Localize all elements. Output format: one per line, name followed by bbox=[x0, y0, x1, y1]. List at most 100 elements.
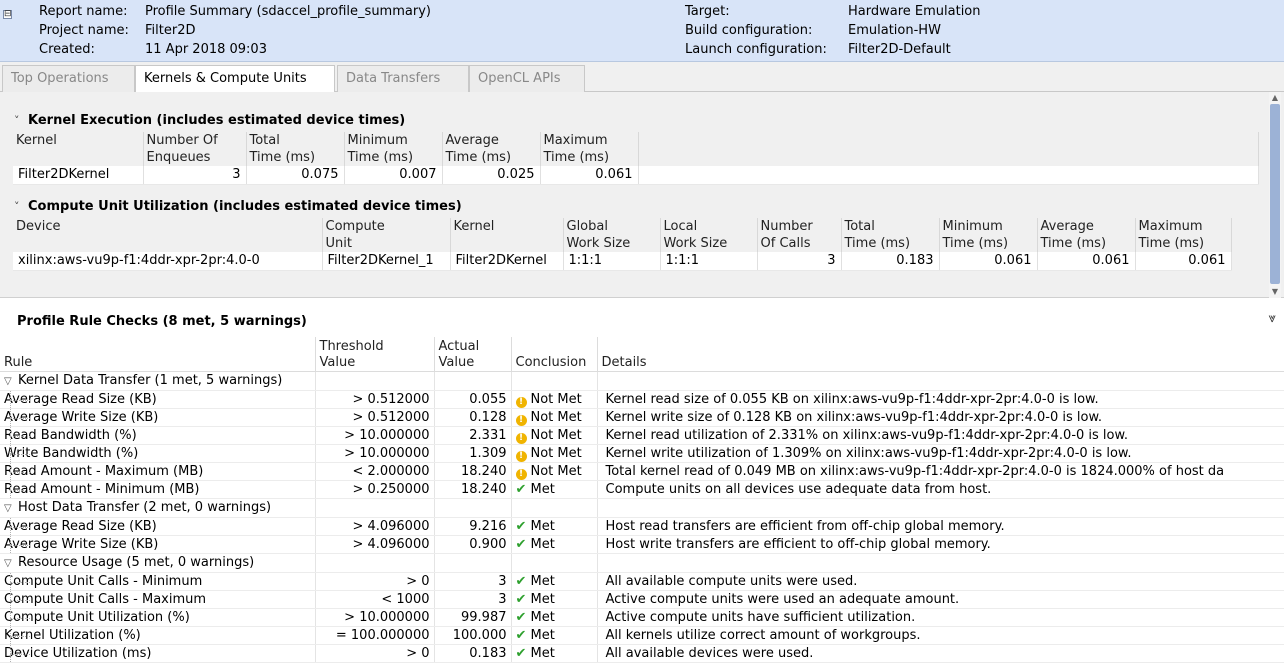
chevron-down-icon[interactable]: ˅ bbox=[14, 114, 28, 127]
column-header-label: Minimum bbox=[347, 133, 408, 148]
conclusion-label: Not Met bbox=[530, 409, 582, 425]
actual-value-cell: 18.240 bbox=[434, 462, 512, 481]
column-header[interactable]: Average Time (ms) bbox=[442, 132, 541, 166]
rule-name-cell: Average Read Size (KB) bbox=[0, 390, 316, 409]
column-header[interactable]: Maximum Time (ms) bbox=[540, 132, 639, 166]
rule-row[interactable]: Average Write Size (KB) > 4.096000 0.900 ✔ M… bbox=[0, 535, 1284, 554]
rules-column-header[interactable]: Conclusion bbox=[511, 337, 598, 372]
column-header[interactable]: Kernel bbox=[13, 132, 144, 166]
empty-cell bbox=[511, 553, 598, 573]
tree-expanded-icon[interactable]: ▽ bbox=[4, 373, 18, 390]
build-config-label: Build configuration: bbox=[685, 23, 813, 38]
rule-row[interactable]: Compute Unit Calls - Minimum > 0 3 ✔ Met All … bbox=[0, 572, 1284, 591]
vertical-scrollbar[interactable]: ▲ ▼ bbox=[1269, 92, 1281, 298]
rule-group-row[interactable]: ▽ Resource Usage (5 met, 0 warnings) bbox=[0, 553, 1284, 573]
target-value: Hardware Emulation bbox=[848, 4, 981, 19]
column-header[interactable]: Local Work Size bbox=[660, 218, 758, 252]
rule-row[interactable]: Read Amount - Minimum (MB) > 0.250000 18.2… bbox=[0, 480, 1284, 499]
table-cell: 0.061 bbox=[540, 166, 639, 185]
kernel-execution-section[interactable]: ˅ Kernel Execution (includes estimated de… bbox=[14, 113, 405, 128]
column-header[interactable]: Number Of Calls bbox=[757, 218, 842, 252]
rule-row[interactable]: Read Bandwidth (%) > 10.000000 2.331! Not M… bbox=[0, 426, 1284, 445]
compute-unit-section[interactable]: ˅ Compute Unit Utilization (includes esti… bbox=[14, 199, 462, 214]
column-header[interactable]: Device bbox=[13, 218, 323, 252]
rule-row[interactable]: Device Utilization (ms) > 0 0.183 ✔ Met All a… bbox=[0, 644, 1284, 663]
column-header-label: Local bbox=[663, 219, 698, 234]
rule-group-row[interactable]: ▽ Kernel Data Transfer (1 met, 5 warnings… bbox=[0, 371, 1284, 391]
details-cell: Active compute units have sufficient uti… bbox=[597, 608, 1284, 627]
rule-checks-table: Rule Threshold Value Actual Value Conclusion D… bbox=[0, 337, 1284, 663]
rule-row[interactable]: Average Read Size (KB) > 4.096000 9.216 ✔ Me… bbox=[0, 517, 1284, 536]
rule-group-row[interactable]: ▽ Host Data Transfer (2 met, 0 warnings) bbox=[0, 498, 1284, 518]
scroll-down-icon[interactable]: ▼ bbox=[1269, 286, 1281, 298]
rules-column-header[interactable]: Actual Value bbox=[434, 337, 512, 372]
tab-data-transfers[interactable]: Data Transfers bbox=[337, 65, 469, 93]
column-header-label: Conclusion bbox=[515, 354, 587, 370]
column-header-label: Value bbox=[438, 354, 475, 370]
column-header[interactable]: Number Of Enqueues bbox=[143, 132, 247, 166]
column-header[interactable]: Total Time (ms) bbox=[841, 218, 940, 252]
conclusion-label: Met bbox=[530, 591, 555, 607]
column-header[interactable]: Kernel bbox=[450, 218, 564, 252]
scroll-up-icon[interactable]: ▲ bbox=[1269, 92, 1281, 104]
checkmark-icon: ✔ bbox=[515, 573, 527, 589]
rule-checks-title: Profile Rule Checks (8 met, 5 warnings) bbox=[17, 314, 307, 329]
rule-row[interactable]: Average Read Size (KB) > 0.512000 0.055! No… bbox=[0, 390, 1284, 409]
column-header[interactable]: Global Work Size bbox=[563, 218, 661, 252]
column-header-label: Work Size bbox=[566, 236, 631, 251]
build-config-row: Build configuration: Emulation-HW bbox=[0, 21, 1284, 40]
expand-all-icon[interactable]: ⩔ bbox=[1269, 311, 1276, 326]
column-header[interactable]: Minimum Time (ms) bbox=[939, 218, 1038, 252]
details-cell: All kernels utilize correct amount of wo… bbox=[597, 626, 1284, 645]
column-header-label: Average bbox=[1040, 219, 1094, 234]
rules-column-header[interactable]: Details bbox=[597, 337, 1284, 372]
rule-name-cell: Average Write Size (KB) bbox=[0, 535, 316, 554]
rule-group-label: Resource Usage (5 met, 0 warnings) bbox=[18, 554, 255, 570]
rule-row[interactable]: Read Amount - Maximum (MB) < 2.000000 18.2… bbox=[0, 462, 1284, 481]
tree-expanded-icon[interactable]: ▽ bbox=[4, 555, 18, 572]
tab-top-operations[interactable]: Top Operations bbox=[2, 65, 135, 93]
rule-row[interactable]: Kernel Utilization (%) = 100.000000 100.00… bbox=[0, 626, 1284, 645]
empty-cell bbox=[434, 553, 512, 573]
details-cell: Total kernel read of 0.049 MB on xilinx:… bbox=[597, 462, 1284, 481]
column-header-label: Of Calls bbox=[760, 236, 811, 251]
column-header-label: Enqueues bbox=[146, 150, 211, 165]
conclusion-cell: ! Not Met bbox=[511, 462, 598, 481]
rule-name-cell: Compute Unit Calls - Minimum bbox=[0, 572, 316, 591]
column-header-label: Time (ms) bbox=[445, 150, 512, 165]
rule-row[interactable]: Average Write Size (KB) > 0.512000 0.128! N… bbox=[0, 408, 1284, 427]
empty-cell bbox=[434, 371, 512, 391]
table-row[interactable]: xilinx:aws-vu9p-f1:4ddr-xpr-2pr:4.0-0 Fil… bbox=[13, 252, 1232, 271]
conclusion-cell: ✔ Met bbox=[511, 608, 598, 627]
rule-row[interactable]: Compute Unit Utilization (%) > 10.000000 9… bbox=[0, 608, 1284, 627]
column-header-label bbox=[16, 235, 319, 252]
rules-column-header[interactable]: Threshold Value bbox=[315, 337, 435, 372]
scrollbar-thumb[interactable] bbox=[1270, 104, 1280, 284]
column-header-label: Average bbox=[445, 133, 499, 148]
rules-column-header[interactable]: Rule bbox=[0, 337, 316, 372]
column-header[interactable]: Total Time (ms) bbox=[246, 132, 345, 166]
actual-value-cell: 2.331 bbox=[434, 426, 512, 445]
threshold-value-cell: = 100.000000 bbox=[315, 626, 435, 645]
rule-row[interactable]: Compute Unit Calls - Maximum < 1000 3 ✔ Met A… bbox=[0, 590, 1284, 609]
details-cell: Compute units on all devices use adequat… bbox=[597, 480, 1284, 499]
tab-kernels-compute-units[interactable]: Kernels & Compute Units bbox=[135, 65, 335, 94]
column-header-label: Work Size bbox=[663, 236, 728, 251]
chevron-down-icon[interactable]: ˅ bbox=[14, 200, 28, 213]
column-header-label: Time (ms) bbox=[347, 150, 414, 165]
column-header[interactable]: Maximum Time (ms) bbox=[1135, 218, 1232, 252]
column-header[interactable]: Average Time (ms) bbox=[1037, 218, 1136, 252]
tree-expanded-icon[interactable]: ▽ bbox=[4, 500, 18, 517]
column-header[interactable]: Minimum Time (ms) bbox=[344, 132, 443, 166]
rule-name-cell: Average Read Size (KB) bbox=[0, 517, 316, 536]
actual-value-cell: 1.309 bbox=[434, 444, 512, 463]
rule-row[interactable]: Write Bandwidth (%) > 10.000000 1.309! Not … bbox=[0, 444, 1284, 463]
table-row[interactable]: Filter2DKernel 3 0.075 0.007 0.025 0.061 bbox=[13, 166, 1259, 185]
actual-value-cell: 18.240 bbox=[434, 480, 512, 499]
table-cell: 0.061 bbox=[1135, 252, 1232, 271]
conclusion-cell: ✔ Met bbox=[511, 590, 598, 609]
column-header[interactable]: Compute Unit bbox=[322, 218, 451, 252]
conclusion-label: Met bbox=[530, 481, 555, 497]
column-header-label: Kernel bbox=[16, 133, 57, 148]
tab-opencl-apis[interactable]: OpenCL APIs bbox=[469, 65, 585, 93]
